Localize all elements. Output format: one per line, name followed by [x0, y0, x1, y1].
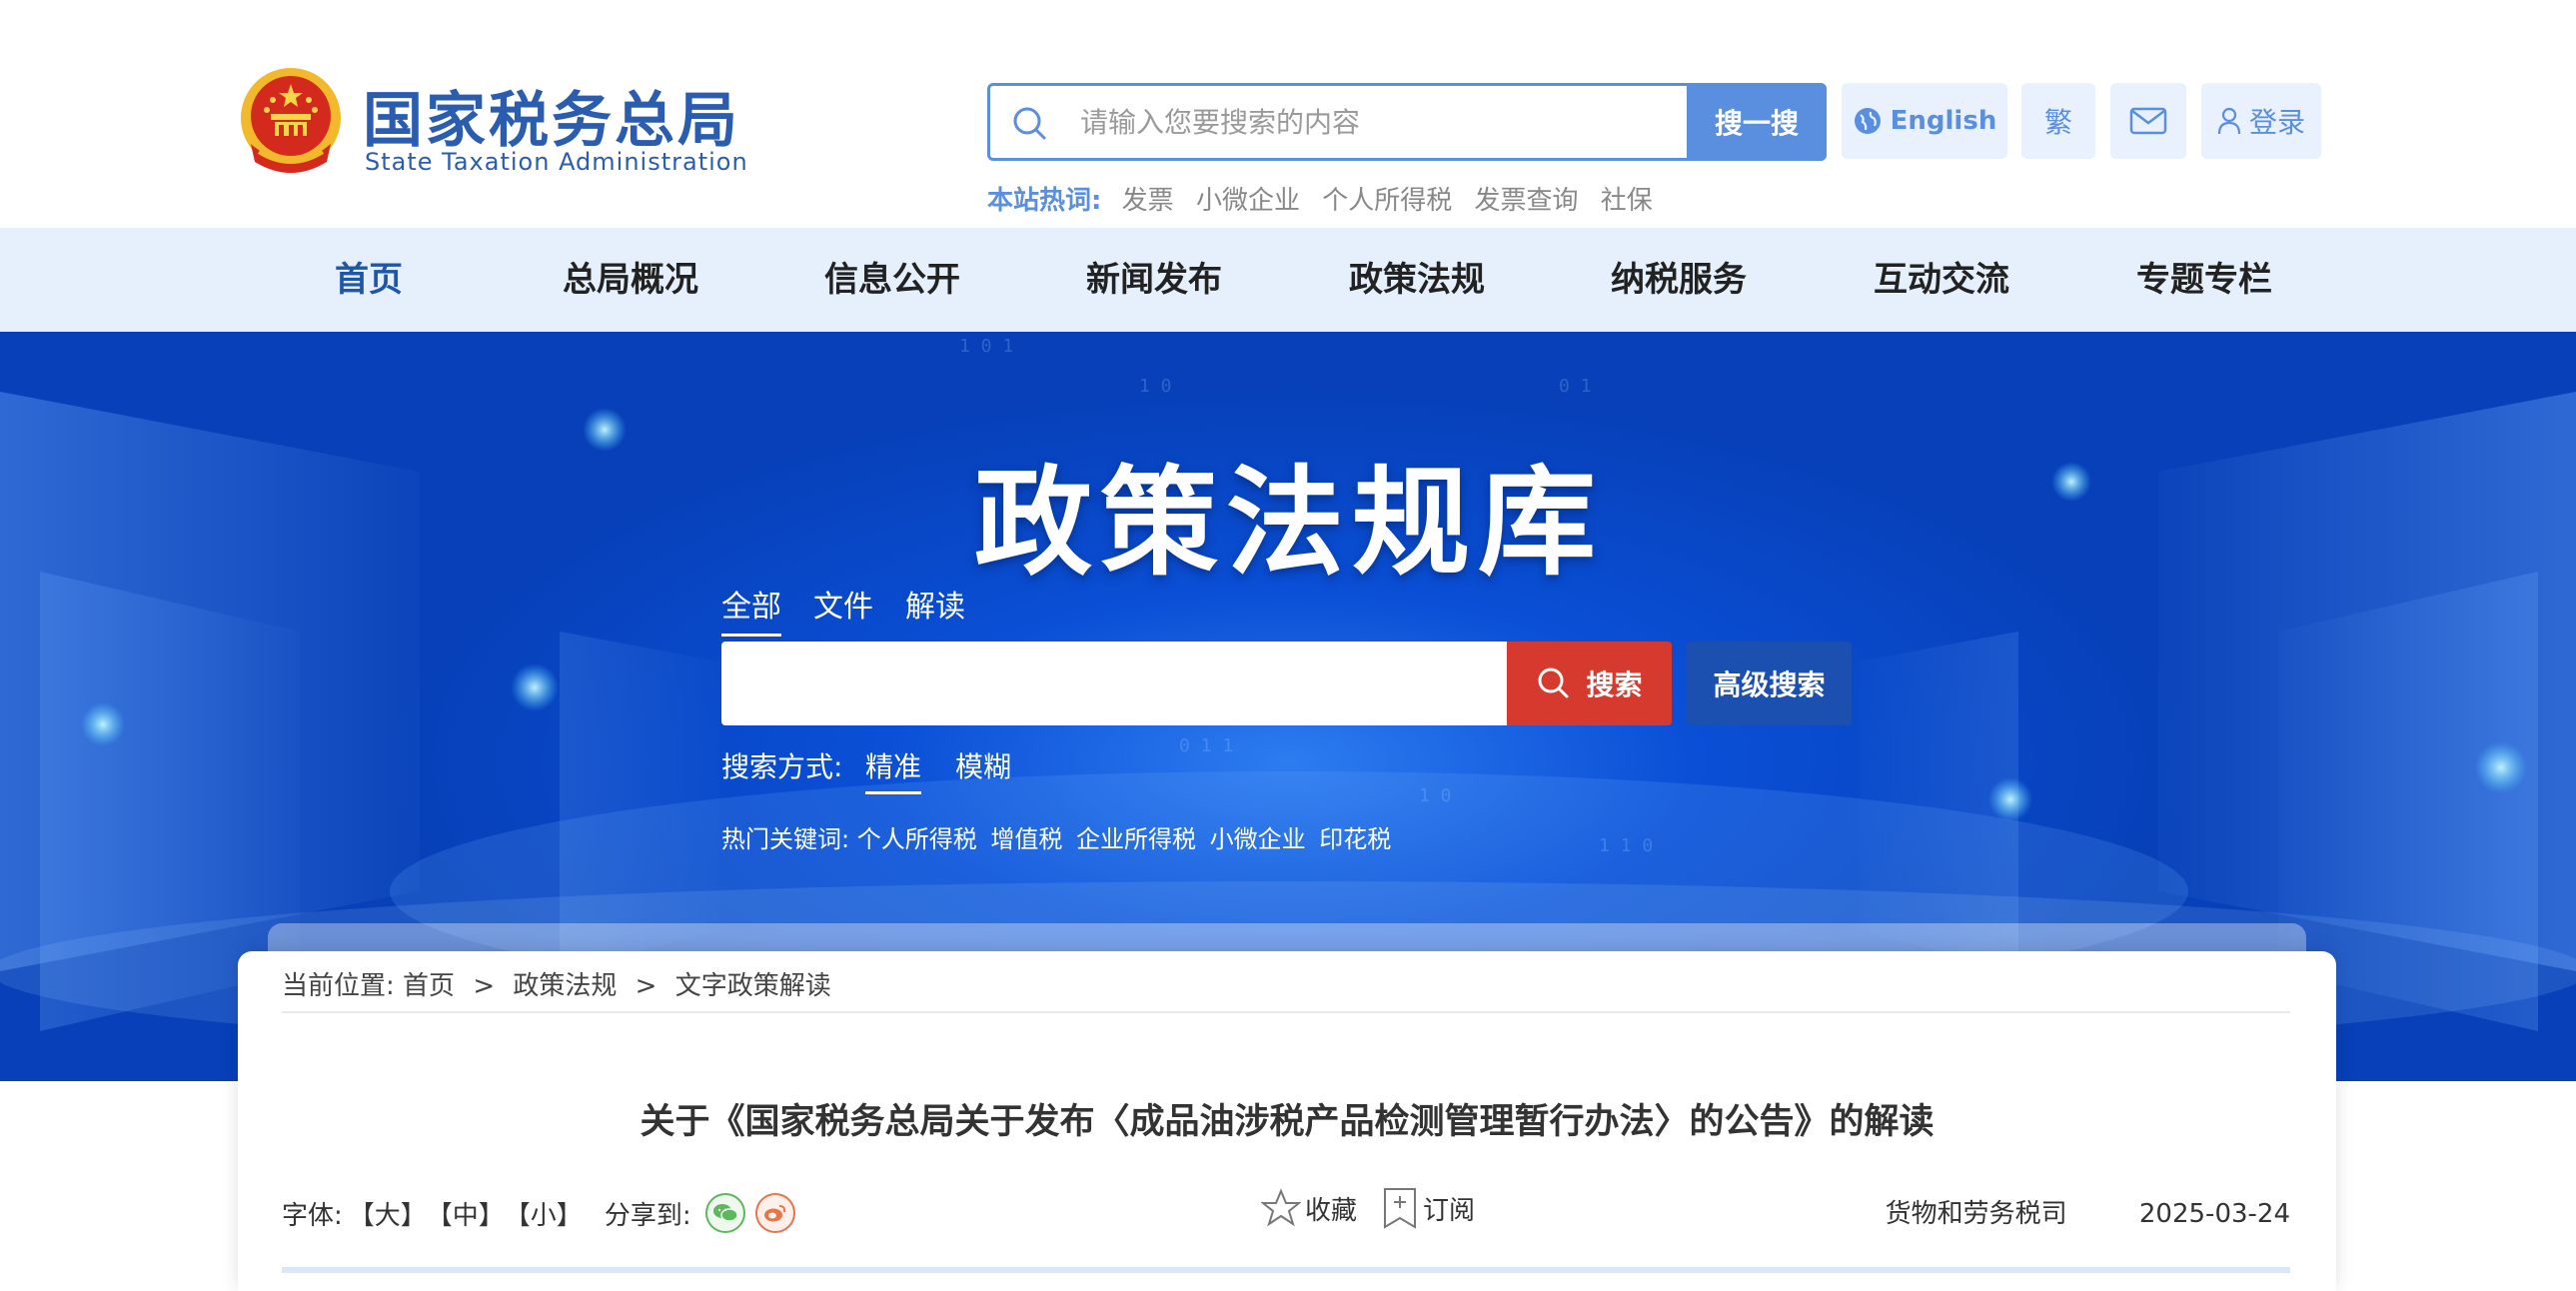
nav-item-tax-service[interactable]: 纳税服务 — [1579, 228, 1779, 332]
hotword-link[interactable]: 发票查询 — [1475, 186, 1579, 216]
nav-item-policy[interactable]: 政策法规 — [1317, 228, 1517, 332]
breadcrumb-separator: > — [635, 971, 657, 1001]
login-button[interactable]: 登录 — [2201, 83, 2321, 159]
favorite-label: 收藏 — [1305, 1195, 1358, 1226]
tab-interpretations[interactable]: 解读 — [905, 582, 965, 634]
mode-exact[interactable]: 精准 — [865, 745, 922, 794]
font-size-large[interactable]: 【大】 — [349, 1195, 427, 1232]
logo-chinese-name: 国家税务总局 — [363, 86, 740, 156]
mail-button[interactable] — [2110, 83, 2186, 159]
share-label: 分享到: — [604, 1200, 691, 1231]
mode-fuzzy[interactable]: 模糊 — [955, 745, 1011, 791]
site-header: 国家税务总局 State Taxation Administration 搜一搜… — [0, 0, 2576, 228]
policy-search-input[interactable] — [721, 642, 1509, 725]
site-logo[interactable]: 国家税务总局 State Taxation Administration — [237, 66, 747, 181]
keyword-link[interactable]: 增值税 — [990, 825, 1062, 853]
nav-item-special-topics[interactable]: 专题专栏 — [2104, 228, 2304, 332]
font-size-small[interactable]: 【小】 — [505, 1195, 583, 1232]
svg-text:0 1: 0 1 — [1559, 376, 1592, 397]
globe-icon — [1854, 108, 1881, 134]
hotword-link[interactable]: 个人所得税 — [1322, 186, 1452, 216]
favorite-button[interactable]: 收藏 — [1261, 1188, 1357, 1228]
search-button-label: 搜索 — [1586, 668, 1643, 701]
advanced-search-button[interactable]: 高级搜索 — [1687, 642, 1852, 725]
subscribe-button[interactable]: 订阅 — [1381, 1187, 1475, 1229]
hot-keywords: 热门关键词: 个人所得税 增值税 企业所得税 小微企业 印花税 — [721, 819, 1397, 854]
english-label: English — [1890, 106, 1997, 136]
nav-item-home[interactable]: 首页 — [269, 228, 469, 332]
wechat-icon — [712, 1204, 738, 1222]
english-version-button[interactable]: English — [1842, 83, 2007, 159]
traditional-chinese-button[interactable]: 繁 — [2021, 83, 2095, 159]
keyword-link[interactable]: 小微企业 — [1210, 825, 1306, 853]
hotword-link[interactable]: 发票 — [1122, 186, 1174, 216]
site-hotwords: 本站热词: 发票 小微企业 个人所得税 发票查询 社保 — [987, 180, 1667, 217]
svg-text:1 0: 1 0 — [1139, 376, 1172, 397]
article-title: 关于《国家税务总局关于发布〈成品油涉税产品检测管理暂行办法〉的公告》的解读 — [640, 1102, 1934, 1142]
main-nav: 首页 总局概况 信息公开 新闻发布 政策法规 纳税服务 互动交流 专题专栏 — [0, 228, 2576, 332]
breadcrumb-home[interactable]: 首页 — [403, 971, 455, 1001]
banner-title: 政策法规库 — [973, 453, 1604, 592]
article-card: 当前位置: 首页 > 政策法规 > 文字政策解读 关于《国家税务总局关于发布〈成… — [238, 951, 2336, 1291]
hotword-link[interactable]: 社保 — [1601, 186, 1653, 216]
svg-text:1 0: 1 0 — [1419, 785, 1452, 806]
subscribe-label: 订阅 — [1423, 1195, 1476, 1226]
hotword-link[interactable]: 小微企业 — [1196, 186, 1300, 216]
national-emblem-icon — [241, 68, 341, 173]
content-top-border — [282, 1267, 2290, 1273]
tab-documents[interactable]: 文件 — [813, 582, 873, 634]
article-department: 货物和劳务税司 — [1885, 1199, 2067, 1229]
breadcrumb-separator: > — [473, 971, 496, 1001]
search-icon — [1013, 107, 1046, 140]
user-icon — [2217, 107, 2241, 135]
subscribe-icon — [1384, 1188, 1417, 1229]
tab-all[interactable]: 全部 — [721, 582, 781, 637]
nav-item-overview[interactable]: 总局概况 — [531, 228, 730, 332]
nav-item-info-disclosure[interactable]: 信息公开 — [792, 228, 992, 332]
nav-item-news[interactable]: 新闻发布 — [1054, 228, 1254, 332]
weibo-icon — [763, 1205, 785, 1222]
search-icon — [1538, 667, 1569, 698]
weibo-share-icon[interactable] — [754, 1193, 795, 1233]
svg-text:0 1 1: 0 1 1 — [1179, 735, 1233, 756]
keyword-link[interactable]: 个人所得税 — [857, 825, 977, 853]
breadcrumb-divider — [282, 1011, 2290, 1013]
article-date: 2025-03-24 — [2138, 1199, 2290, 1229]
breadcrumb-label: 当前位置: — [282, 971, 395, 1001]
keyword-link[interactable]: 印花税 — [1319, 825, 1391, 853]
breadcrumb-policy[interactable]: 政策法规 — [513, 971, 617, 1001]
search-mode: 搜索方式: 精准 模糊 — [721, 745, 1011, 794]
font-size-label: 字体: — [282, 1200, 343, 1231]
font-size-medium[interactable]: 【中】 — [427, 1195, 505, 1232]
policy-search-button[interactable]: 搜索 — [1507, 642, 1672, 725]
search-mode-label: 搜索方式: — [721, 750, 843, 783]
policy-search-box — [721, 642, 1509, 725]
keyword-link[interactable]: 企业所得税 — [1076, 825, 1196, 853]
breadcrumb-current[interactable]: 文字政策解读 — [675, 971, 831, 1001]
hotwords-label: 本站热词: — [987, 186, 1102, 216]
site-search-input[interactable] — [1080, 98, 1640, 146]
article-meta: 字体: 【大】 【中】 【小】 分享到: 收藏 订阅 货物和劳务税司 2025-… — [282, 1187, 2290, 1233]
hot-keywords-label: 热门关键词: — [721, 825, 850, 853]
site-search-button[interactable]: 搜一搜 — [1687, 83, 1827, 161]
wechat-share-icon[interactable] — [704, 1193, 745, 1233]
svg-text:1 0 1: 1 0 1 — [959, 336, 1013, 357]
mail-icon — [2129, 107, 2167, 135]
star-icon — [1261, 1188, 1301, 1227]
nav-item-interaction[interactable]: 互动交流 — [1842, 228, 2041, 332]
site-search-box: 搜一搜 — [987, 83, 1827, 161]
breadcrumb: 当前位置: 首页 > 政策法规 > 文字政策解读 — [282, 965, 831, 1002]
login-label: 登录 — [2248, 106, 2305, 139]
svg-text:1 1 0: 1 1 0 — [1599, 835, 1653, 856]
logo-english-name: State Taxation Administration — [365, 148, 748, 176]
